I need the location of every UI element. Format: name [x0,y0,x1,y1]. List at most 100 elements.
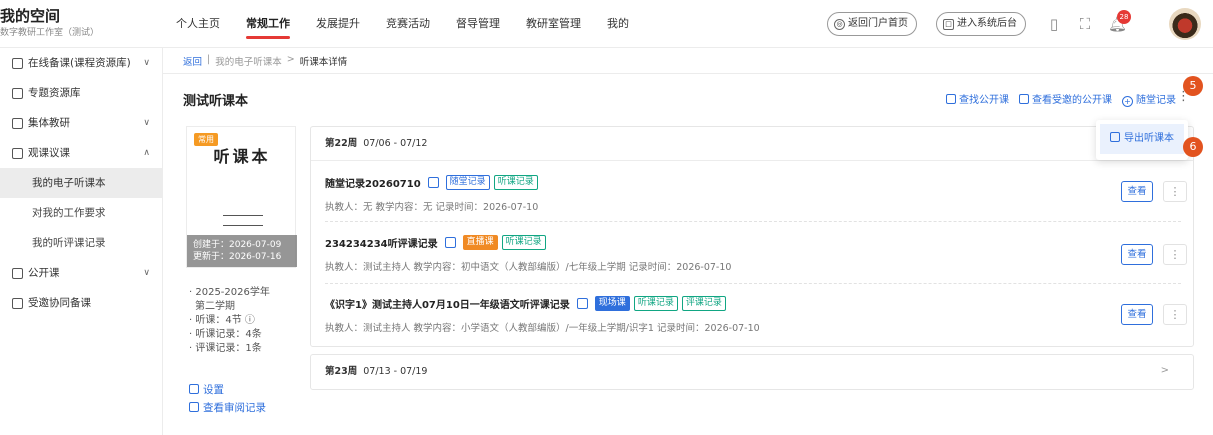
week-range: 07/06 - 07/12 [363,138,428,149]
sidebar-item-online-prep[interactable]: 在线备课(课程资源库) ∨ [0,48,162,78]
book-stat-lessons: · 听课：4节 ⓘ [189,315,255,326]
created-date: 创建于：2026-07-09 [193,240,282,250]
chevron-down-icon: ∨ [143,268,150,278]
plus-circle-icon: + [1122,96,1133,107]
view-button[interactable]: 查看 [1121,181,1153,202]
invited-open-class-link[interactable]: 查看受邀的公开课 [1019,91,1112,107]
book-stats: · 2025-2026学年 第二学期 · 听课：4节 ⓘ · 听课记录：4条 ·… [189,286,270,356]
fullscreen-icon[interactable]: ⛶ [1076,14,1094,34]
sidebar-item-label: 受邀协同备课 [28,297,91,309]
nav-item-development[interactable]: 发展提升 [303,0,373,48]
chart-icon [12,147,23,159]
chevron-right-icon[interactable]: > [1161,365,1169,376]
nav-item-research-office[interactable]: 教研室管理 [513,0,594,48]
record-meta: 执教人：测试主持人 教学内容：小学语文（人教部编版）/一年级上学期/识字1 记录… [325,323,760,334]
chevron-down-icon: ∨ [143,118,150,128]
divider [325,283,1181,284]
book-actions: 设置 查看审阅记录 [189,381,266,417]
more-icon[interactable]: ⋮ [1163,181,1187,202]
nav-item-home[interactable]: 个人主页 [163,0,233,48]
record-tag: 直播课 [462,235,498,250]
sidebar-item-open-class[interactable]: 公开课 ∨ [0,258,162,288]
breadcrumb-separator: | [207,54,211,65]
sidebar-item-collective-research[interactable]: 集体教研 ∨ [0,108,162,138]
record-tag: 现场课 [594,296,630,311]
breadcrumb-parent[interactable]: 我的电子听课本 [215,54,282,68]
listening-book-cover[interactable]: 常用 听课本 创建于：2026-07-09 更新于：2026-07-16 [186,126,297,268]
record-tag: 随堂记录 [445,175,490,190]
nav-item-routine-work[interactable]: 常规工作 [233,0,303,48]
week-header[interactable]: 第23周 07/13 - 07/19 [311,355,1193,389]
record-title[interactable]: 234234234听评课记录 [325,235,438,250]
sidebar-item-label: 在线备课(课程资源库) [28,57,131,69]
list-item: 《识字1》测试主持人07月10日一年级语文听评课记录 现场课 听课记录 评课记录… [325,296,1181,334]
document-icon [12,57,23,69]
sidebar-item-label: 观课议课 [28,147,70,159]
settings-label: 设置 [203,384,224,396]
record-meta: 执教人：测试主持人 教学内容：初中语文（人教部编版）/七年级上学期 记录时间：2… [325,262,732,273]
more-icon[interactable]: ⋮ [1163,304,1187,325]
review-log-link[interactable]: 查看审阅记录 [189,399,266,417]
portal-home-button[interactable]: ◎ 返回门户首页 [827,12,917,36]
nav-item-competition[interactable]: 竞赛活动 [373,0,443,48]
book-stat-year: · 2025-2026学年 [189,287,270,298]
sidebar-item-label: 公开课 [28,267,60,279]
sidebar-item-label: 集体教研 [28,117,70,129]
record-tag: 听课记录 [493,175,538,190]
record-tag: 听课记录 [633,296,678,311]
record-title[interactable]: 《识字1》测试主持人07月10日一年级语文听评课记录 [325,296,570,311]
classroom-record-button[interactable]: + 随堂记录 [1122,91,1176,107]
breadcrumb-arrow: > [286,54,295,65]
book-cover-title: 听课本 [213,147,271,166]
brand[interactable]: 我的空间 数字教研工作室（测试） [0,6,99,40]
chevron-up-icon: ∧ [143,148,150,158]
open-class-icon [12,267,23,279]
step-badge-5: 5 [1183,76,1203,96]
compass-icon: ◎ [834,18,845,30]
settings-link[interactable]: 设置 [189,381,266,399]
group-icon [12,297,23,309]
record-tag: 评课记录 [681,296,726,311]
edit-icon[interactable] [427,177,439,188]
cover-line [223,215,263,216]
sidebar-item-my-evaluations[interactable]: 我的听评课记录 [0,228,162,258]
system-backend-button[interactable]: □ 进入系统后台 [936,12,1026,36]
folder-icon [12,87,23,99]
sidebar-item-label: 专题资源库 [28,87,81,99]
cover-line [223,225,263,226]
chevron-down-icon: ∨ [143,58,150,68]
search-doc-icon [946,94,956,104]
record-title[interactable]: 随堂记录20260710 [325,175,421,190]
avatar[interactable] [1169,8,1201,40]
sidebar: 在线备课(课程资源库) ∨ 专题资源库 集体教研 ∨ 观课议课 ∧ 我的电子听课… [0,48,163,435]
back-link[interactable]: 返回 [183,54,202,68]
view-button[interactable]: 查看 [1121,244,1153,265]
edit-icon[interactable] [444,237,456,248]
week-header[interactable]: 第22周 07/06 - 07/12 [311,127,1193,161]
step-badge-6: 6 [1183,137,1203,157]
sidebar-item-my-listening-book[interactable]: 我的电子听课本 [0,168,162,198]
main-content: 返回 | 我的电子听课本 > 听课本详情 测试听课本 查找公开课 查看受邀的公开… [163,48,1213,435]
export-book-menu-item[interactable]: 导出听课本 [1100,124,1184,154]
book-stat-term: 第二学期 [195,301,235,312]
sidebar-item-invited-collab[interactable]: 受邀协同备课 [0,288,162,318]
breadcrumb-current: 听课本详情 [299,57,348,68]
week-range: 07/13 - 07/19 [363,366,428,377]
more-icon[interactable]: ⋮ [1163,244,1187,265]
sidebar-item-lesson-observation[interactable]: 观课议课 ∧ [0,138,162,168]
find-open-class-link[interactable]: 查找公开课 [946,91,1009,107]
week-panel[interactable]: 第23周 07/13 - 07/19 > [310,354,1194,390]
list-item: 随堂记录20260710 随堂记录 听课记录 执教人：无 教学内容：无 记录时间… [325,175,1181,213]
invited-open-class-label: 查看受邀的公开课 [1032,95,1112,106]
system-backend-label: 进入系统后台 [957,18,1017,29]
view-button[interactable]: 查看 [1121,304,1153,325]
nav-item-supervision[interactable]: 督导管理 [443,0,513,48]
edit-icon[interactable] [576,298,588,309]
find-open-class-label: 查找公开课 [959,95,1009,106]
mobile-icon[interactable]: ▯ [1045,14,1063,34]
notification-badge: 28 [1117,10,1131,24]
book-stat-listen-records: · 听课记录：4条 [189,329,262,340]
nav-item-mine[interactable]: 我的 [594,0,642,48]
sidebar-item-work-requirements[interactable]: 对我的工作要求 [0,198,162,228]
sidebar-item-topic-resources[interactable]: 专题资源库 [0,78,162,108]
